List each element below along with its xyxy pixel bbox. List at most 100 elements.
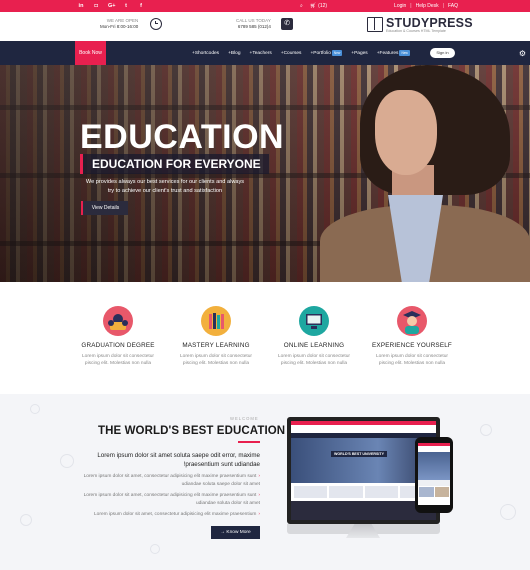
hero-desc-line: We provides always our best services for… [85,179,245,185]
nav-label: Shortcodes [194,50,220,56]
decor-circle [30,404,40,414]
photo-face [375,90,437,175]
linkedin-icon[interactable]: in [78,3,84,9]
new-badge: New [399,49,410,56]
graduation-icon [103,306,133,336]
arrow-icon: › [258,474,260,479]
feature-text: Lorem ipsum dolor sit consectetur piscing… [264,353,364,367]
book-now-button[interactable]: Book Now [75,41,106,65]
search-icon[interactable]: ⌕ [300,3,303,9]
mock-thumb [434,487,449,497]
hero-title: EDUCATION [80,118,285,156]
decor-circle [150,544,160,554]
about-lead: Lorem ipsum dolor sit amet soluta saepe … [90,451,260,469]
nav-item-features[interactable]: +Features New [377,49,410,56]
about-list-item: Lorem ipsum dolor sit amet, consectetur … [70,473,260,488]
mock-hero [418,452,450,480]
phone-screen [418,443,450,505]
feature-experience: EXPERIENCE YOURSELF Lorem ipsum dolor si… [362,306,462,367]
feature-title: ONLINE LEARNING [283,342,345,349]
site-logo[interactable]: STUDYPRESS Education & Courses HTML Temp… [367,17,473,34]
feature-text-line: piscing elit. Molestias non nulla [280,361,348,366]
about-title: THE WORLD'S BEST EDUCATION [98,425,286,437]
mock-card [364,486,398,498]
google-plus-icon[interactable]: G+ [108,3,116,9]
mock-thumb [419,487,434,497]
signin-button[interactable]: Sign in [430,48,455,58]
graduate-avatar-icon [397,306,427,336]
phone-icon: ✆ [281,18,293,30]
top-links: Login | Help Desk | FAQ [394,3,458,9]
settings-gear-icon[interactable]: ⚙ [515,46,530,61]
decor-circle [480,424,492,436]
cart-icon: 🛒︎ [309,3,317,9]
cart-link[interactable]: ⌕ 🛒︎ (12) [300,3,327,9]
mock-thumbs [418,486,450,498]
feature-text-line: Lorem ipsum dolor sit consectetur [376,354,448,359]
clock-icon [150,18,162,30]
separator: | [442,3,444,9]
nav-label: Teachers [252,50,272,56]
know-more-button[interactable]: → Know More [211,526,260,539]
list-item-text: Lorem ipsum dolor sit amet, consectetur … [83,474,257,479]
top-bar: in ◘ G+ t f ⌕ 🛒︎ (12) Login | Help Desk … [0,0,530,12]
twitter-icon[interactable]: t [123,3,129,9]
instagram-icon[interactable]: ◘ [93,3,99,9]
phone-mockup [415,437,453,513]
feature-online: ONLINE LEARNING Lorem ipsum dolor sit co… [264,306,364,367]
nav-label: Blog [230,50,241,56]
mock-header [291,425,436,433]
student-photo [320,65,530,282]
nav-items: +Shortcodes +Blog +Teachers +Courses +Po… [192,41,410,65]
about-list-item: Lorem ipsum dolor sit amet, consectetur … [70,511,260,519]
cart-count: (12) [318,3,328,9]
hero-description: We provides always our best services for… [80,178,250,196]
site-header: WE ARE OPEN Mon-Fri 8:00-16:00 CALL US T… [0,12,530,41]
hero-subtitle: EDUCATION FOR EVERYONE [80,154,269,174]
title-underline [238,441,260,443]
list-item-text: Lorem ipsum dolor sit amet, consectetur … [94,512,257,517]
mock-hero-banner: WORLD'S BEST UNIVERSITY [331,451,387,457]
feature-text-line: piscing elit. Molestias non nulla [378,361,446,366]
faq-link[interactable]: FAQ [448,3,458,9]
login-link[interactable]: Login [394,3,406,9]
hero-banner: EDUCATION EDUCATION FOR EVERYONE We prov… [0,65,530,282]
help-desk-link[interactable]: Help Desk [416,3,439,9]
main-nav: Book Now +Shortcodes +Blog +Teachers +Co… [0,41,530,65]
nav-label: Pages [354,50,368,56]
list-item-text: udiandae soluta saepe dolor sit amet [181,481,260,487]
features-section: GRADUATION DEGREE Lorem ipsum dolor sit … [0,282,530,394]
list-item-text: udiandae soluta dolor sit amet [196,500,260,506]
facebook-icon[interactable]: f [138,3,144,9]
mock-card [294,486,328,498]
feature-title: EXPERIENCE YOURSELF [372,342,452,349]
feature-graduation: GRADUATION DEGREE Lorem ipsum dolor sit … [68,306,168,367]
feature-mastery: MASTERY LEARNING Lorem ipsum dolor sit c… [166,306,266,367]
nav-item-teachers[interactable]: +Teachers [250,51,272,56]
mock-card [329,486,363,498]
nav-item-shortcodes[interactable]: +Shortcodes [192,51,219,56]
view-details-button[interactable]: View Details [81,201,128,215]
nav-item-blog[interactable]: +Blog [228,51,240,56]
arrow-icon: › [258,512,260,517]
nav-label: Features [379,50,399,56]
lead-line: !praesentium sunt udiandae [183,461,260,468]
social-links: in ◘ G+ t f [78,3,144,9]
arrow-icon: › [258,493,260,498]
nav-item-portfolio[interactable]: +Portfolio New [310,49,343,56]
feature-text-line: Lorem ipsum dolor sit consectetur [180,354,252,359]
feature-text: Lorem ipsum dolor sit consectetur piscing… [166,353,266,367]
nav-item-pages[interactable]: +Pages [351,51,367,56]
new-badge: New [331,49,343,56]
decor-circle [60,454,74,468]
list-item-text: Lorem ipsum dolor sit amet, consectetur … [83,493,257,498]
feature-text-line: piscing elit. Molestias non nulla [182,361,250,366]
opening-hours: WE ARE OPEN Mon-Fri 8:00-16:00 [100,18,138,30]
logo-name: STUDYPRESS [386,16,473,30]
computer-icon [299,306,329,336]
hero-desc-line: try to achieve our client's trust and sa… [107,188,223,194]
book-logo-icon [367,17,383,32]
nav-item-courses[interactable]: +Courses [281,51,302,56]
about-list-item: Lorem ipsum dolor sit amet, consectetur … [70,492,260,507]
feature-text-line: Lorem ipsum dolor sit consectetur [278,354,350,359]
